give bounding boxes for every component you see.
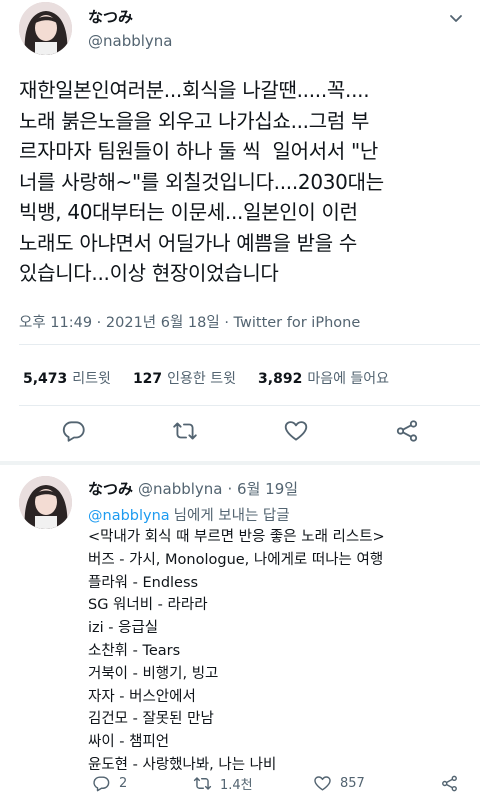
tweet-actions [0, 418, 480, 448]
retweet-button[interactable]: 1.4천 [193, 774, 253, 792]
display-name[interactable]: なつみ [88, 480, 133, 498]
section-separator [0, 461, 480, 465]
divider [19, 344, 480, 345]
retweet-count: 5,473 [23, 371, 68, 387]
handle[interactable]: @nabblyna [138, 480, 223, 498]
display-name[interactable]: なつみ [88, 6, 133, 27]
reply-icon[interactable] [61, 418, 87, 444]
quote-label: 인용한 트윗 [167, 371, 237, 387]
tweet-timestamp[interactable]: 오후 11:49 · 2021년 6월 18일 · Twitter for iP… [19, 311, 360, 332]
tweet-text: 재한일본인여러분...회식을 나갈땐.....꼭.... 노래 붉은노을을 외우… [19, 78, 384, 285]
tweet-date[interactable]: · 6월 19일 [228, 480, 299, 498]
share-button[interactable] [440, 774, 467, 792]
reply-line: 버즈 - 가시, Monologue, 나에게로 떠나는 여행 [88, 551, 384, 568]
retweet-icon[interactable] [172, 418, 198, 444]
reply-count: 2 [119, 776, 128, 791]
reply-header: なつみ @nabblyna · 6월 19일 [88, 478, 298, 499]
retweet-label: 리트윗 [72, 371, 111, 387]
reply-mention-link[interactable]: @nabblyna [88, 508, 170, 524]
quote-count: 127 [132, 371, 163, 387]
reply-icon [93, 776, 110, 792]
reply-line: 자자 - 버스안에서 [88, 688, 196, 705]
reply-button[interactable]: 2 [92, 774, 127, 792]
reply-to-label: 님에게 보내는 답글 [173, 508, 290, 524]
reply-line: 거북이 - 비행기, 빙고 [88, 665, 219, 682]
divider [19, 405, 480, 406]
reply-text: <막내가 회식 때 부르면 반응 좋은 노래 리스트> 버즈 - 가시, Mon… [88, 526, 468, 777]
replying-to: @nabblyna 님에게 보내는 답글 [88, 504, 290, 525]
engagement-stats: 5,473 리트윗 127 인용한 트윗 3,892 마음에 들어요 [23, 368, 411, 388]
share-icon [442, 775, 457, 792]
like-count: 857 [340, 776, 365, 791]
handle[interactable]: @nabblyna [88, 32, 173, 50]
avatar[interactable] [19, 476, 72, 529]
avatar[interactable] [19, 2, 72, 55]
chevron-down-icon[interactable] [446, 8, 466, 28]
reply-line: 김건모 - 잘못된 만남 [88, 711, 214, 728]
retweet-icon [193, 777, 212, 790]
like-button[interactable]: 857 [313, 774, 365, 792]
like-count: 3,892 [258, 371, 303, 387]
quote-stat[interactable]: 127 인용한 트윗 [133, 368, 236, 388]
heart-icon [314, 776, 331, 791]
reply-line: <막내가 회식 때 부르면 반응 좋은 노래 리스트> [88, 529, 385, 545]
reply-line: SG 워너비 - 라라라 [88, 597, 208, 614]
heart-icon[interactable] [283, 418, 309, 444]
share-icon[interactable] [394, 418, 420, 444]
like-stat[interactable]: 3,892 마음에 들어요 [258, 368, 389, 388]
retweet-stat[interactable]: 5,473 리트윗 [23, 368, 111, 388]
reply-line: 소찬휘 - Tears [88, 642, 181, 659]
reply-line: 플라워 - Endless [88, 574, 199, 591]
reply-line: izi - 응급실 [88, 620, 159, 637]
retweet-count: 1.4천 [220, 778, 253, 792]
reply-line: 싸이 - 챔피언 [88, 734, 170, 751]
reply-actions: 2 1.4천 857 [0, 774, 480, 792]
like-label: 마음에 들어요 [307, 371, 390, 387]
